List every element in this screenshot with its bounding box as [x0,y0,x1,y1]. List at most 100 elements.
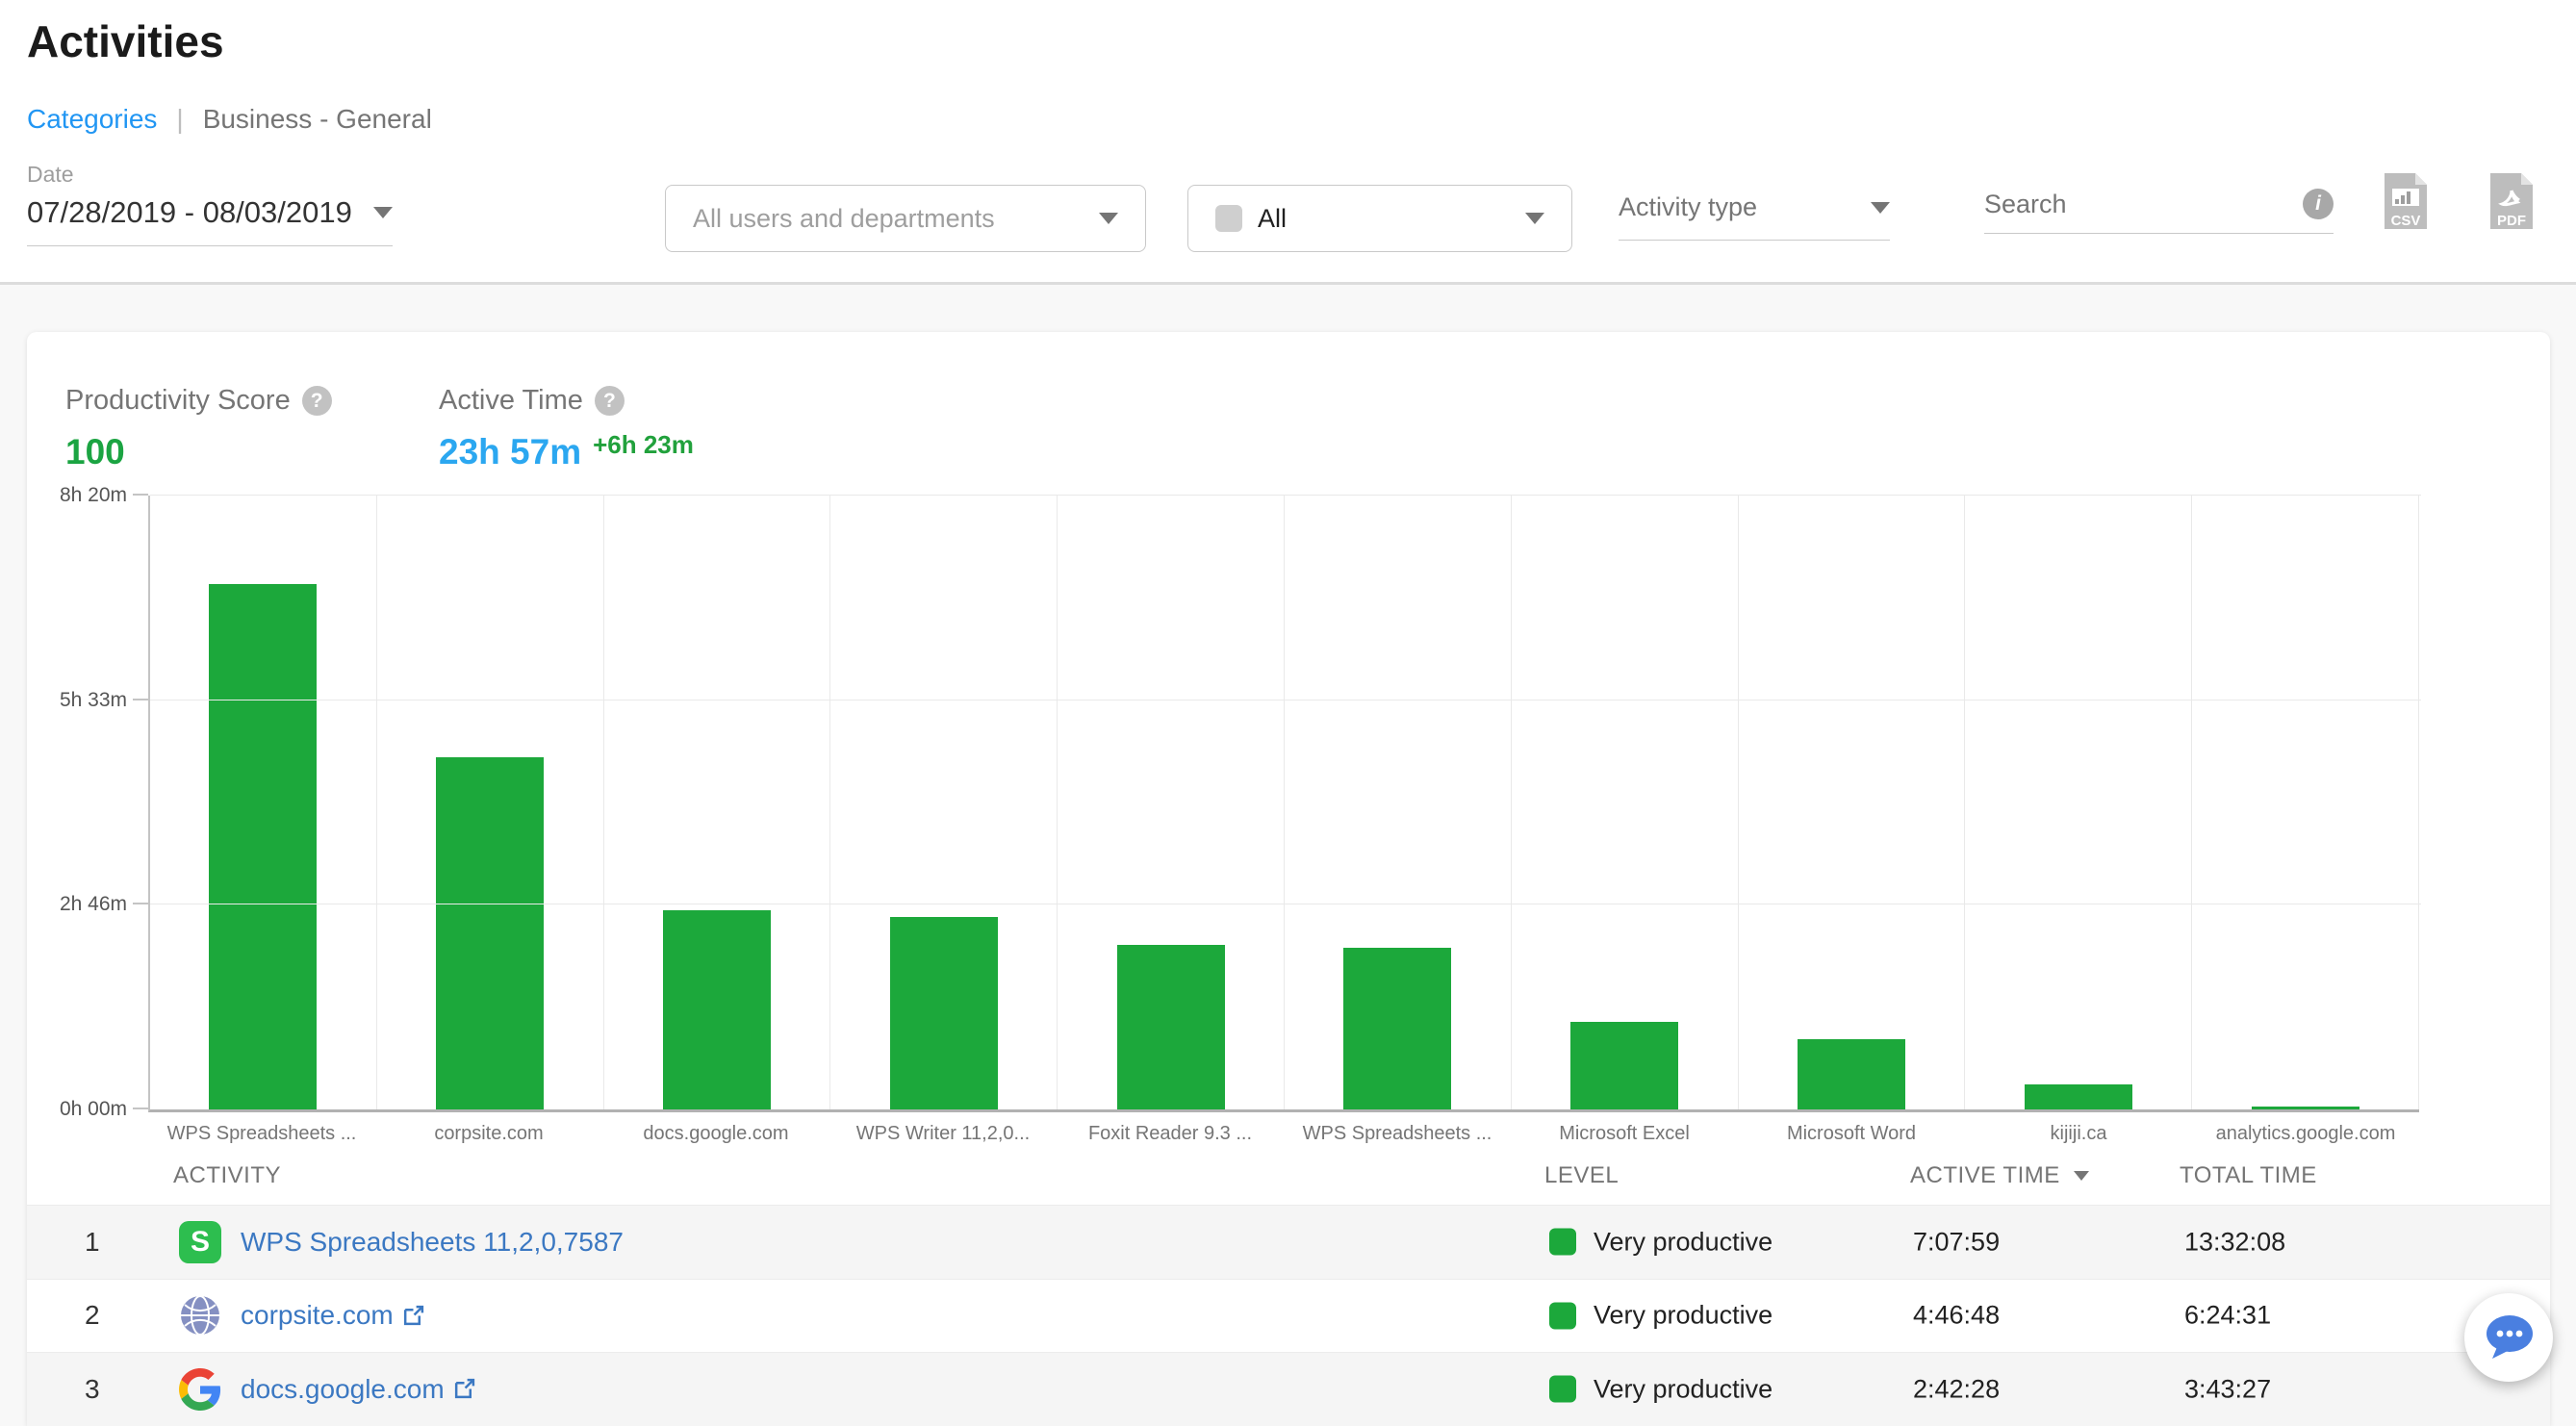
table-header-row: ACTIVITY LEVEL ACTIVE TIME TOTAL TIME [27,1155,2550,1205]
chevron-down-icon [373,207,393,218]
pdf-file-icon: PDF [2488,171,2535,231]
bar-kijiji.ca[interactable] [2025,1084,2132,1109]
y-tick-mark [133,903,148,904]
active-time-value: 7:07:59 [1913,1227,2000,1257]
chart-column [2192,496,2419,1109]
column-header-total-time: TOTAL TIME [2180,1162,2317,1189]
x-axis-label: Microsoft Word [1738,1123,1965,1145]
help-icon[interactable]: ? [595,386,625,416]
table-row: 3docs.google.comVery productive2:42:283:… [27,1352,2550,1426]
active-time-delta: +6h 23m [593,430,694,460]
table-row: 1 S WPS Spreadsheets 11,2,0,7587 Very produ… [27,1205,2550,1279]
x-axis-label: WPS Spreadsheets ... [148,1123,375,1145]
productivity-score-block: Productivity Score ? 100 [65,385,332,472]
chart-column [1058,496,1285,1109]
chart-x-axis-labels: WPS Spreadsheets ...corpsite.comdocs.goo… [148,1123,2419,1145]
activities-table: ACTIVITY LEVEL ACTIVE TIME TOTAL TIME 1 S… [27,1155,2550,1426]
x-axis-label: kijiji.ca [1965,1123,2192,1145]
bar-WPS Spreadsheets ...[interactable] [209,584,317,1109]
productivity-all-swatch [1215,205,1242,232]
active-time-value: 23h 57m [439,432,581,472]
svg-text:CSV: CSV [2391,213,2421,229]
info-icon[interactable]: i [2303,189,2334,219]
level-swatch [1549,1229,1576,1256]
active-time-value: 4:46:48 [1913,1301,2000,1331]
total-time-value: 13:32:08 [2184,1227,2285,1257]
chevron-down-icon [1099,213,1118,224]
chart-column [1739,496,1966,1109]
chart-column [1965,496,2192,1109]
date-label: Date [27,162,393,188]
date-range-value: 07/28/2019 - 08/03/2019 [27,195,352,230]
y-tick-mark [133,699,148,700]
y-axis-label: 2h 46m [15,893,127,916]
chevron-down-icon [1871,202,1890,214]
productivity-filter-value: All [1258,204,1525,234]
activity-link[interactable]: docs.google.com [241,1374,476,1405]
productivity-score-value: 100 [65,432,332,472]
breadcrumb-current: Business - General [203,104,432,135]
wps-spreadsheets-icon: S [179,1221,221,1263]
bar-corpsite.com[interactable] [436,757,544,1109]
export-pdf-button[interactable]: PDF [2488,171,2535,236]
breadcrumb: Categories | Business - General [27,104,432,135]
total-time-value: 6:24:31 [2184,1301,2271,1331]
users-departments-placeholder: All users and departments [693,204,1099,234]
chat-support-button[interactable] [2464,1293,2553,1382]
bar-Microsoft Excel[interactable] [1570,1022,1678,1109]
external-link-icon[interactable] [452,1377,476,1401]
activity-type-select[interactable]: Activity type [1619,192,1890,241]
external-link-icon[interactable] [401,1304,425,1328]
bar-chart: 0h 00m2h 46m5h 33m8h 20m [148,496,2419,1112]
x-axis-label: analytics.google.com [2192,1123,2419,1145]
breadcrumb-categories-link[interactable]: Categories [27,104,157,135]
row-rank: 1 [85,1227,127,1258]
level-label: Very productive [1594,1301,1773,1331]
chart-column [604,496,831,1109]
y-axis-label: 5h 33m [15,689,127,712]
level-cell: Very productive [1549,1301,1773,1331]
activity-link[interactable]: corpsite.com [241,1300,425,1331]
chart-column [1512,496,1739,1109]
google-icon [179,1368,221,1411]
level-label: Very productive [1594,1374,1773,1404]
sort-caret-icon [2074,1171,2089,1181]
globe-icon [179,1294,221,1337]
table-body: 1 S WPS Spreadsheets 11,2,0,7587 Very produ… [27,1205,2550,1426]
x-axis-label: corpsite.com [375,1123,602,1145]
bar-WPS Spreadsheets ...[interactable] [1343,948,1451,1109]
date-range-picker[interactable]: Date 07/28/2019 - 08/03/2019 [27,162,393,246]
level-swatch [1549,1376,1576,1403]
activity-type-label: Activity type [1619,192,1757,222]
activity-link[interactable]: WPS Spreadsheets 11,2,0,7587 [241,1227,624,1258]
bar-WPS Writer 11,2,0...[interactable] [890,917,998,1109]
productivity-filter-select[interactable]: All [1187,185,1572,252]
csv-file-icon: CSV [2383,171,2429,231]
active-time-label: Active Time [439,385,583,417]
bar-Microsoft Word[interactable] [1798,1039,1905,1109]
level-cell: Very productive [1549,1374,1773,1404]
level-swatch [1549,1302,1576,1329]
total-time-value: 3:43:27 [2184,1374,2271,1404]
chart-column [150,496,377,1109]
svg-text:PDF: PDF [2497,213,2526,229]
row-rank: 2 [85,1300,127,1331]
y-tick-mark [133,1108,148,1109]
column-header-level: LEVEL [1544,1162,1619,1189]
y-axis-label: 8h 20m [15,484,127,507]
column-header-active-time[interactable]: ACTIVE TIME [1910,1162,2089,1189]
chart-column [1285,496,1512,1109]
column-header-activity: ACTIVITY [173,1162,281,1189]
row-rank: 3 [85,1374,127,1405]
export-csv-button[interactable]: CSV [2383,171,2429,236]
users-departments-select[interactable]: All users and departments [665,185,1146,252]
x-axis-label: Microsoft Excel [1511,1123,1738,1145]
help-icon[interactable]: ? [302,386,332,416]
bar-analytics.google.com[interactable] [2252,1107,2359,1109]
chat-bubble-icon [2482,1311,2536,1364]
x-axis-label: WPS Spreadsheets ... [1284,1123,1511,1145]
bar-docs.google.com[interactable] [663,910,771,1109]
level-cell: Very productive [1549,1227,1773,1257]
bar-Foxit Reader 9.3 ...[interactable] [1117,945,1225,1109]
search-input[interactable] [1984,190,2244,219]
